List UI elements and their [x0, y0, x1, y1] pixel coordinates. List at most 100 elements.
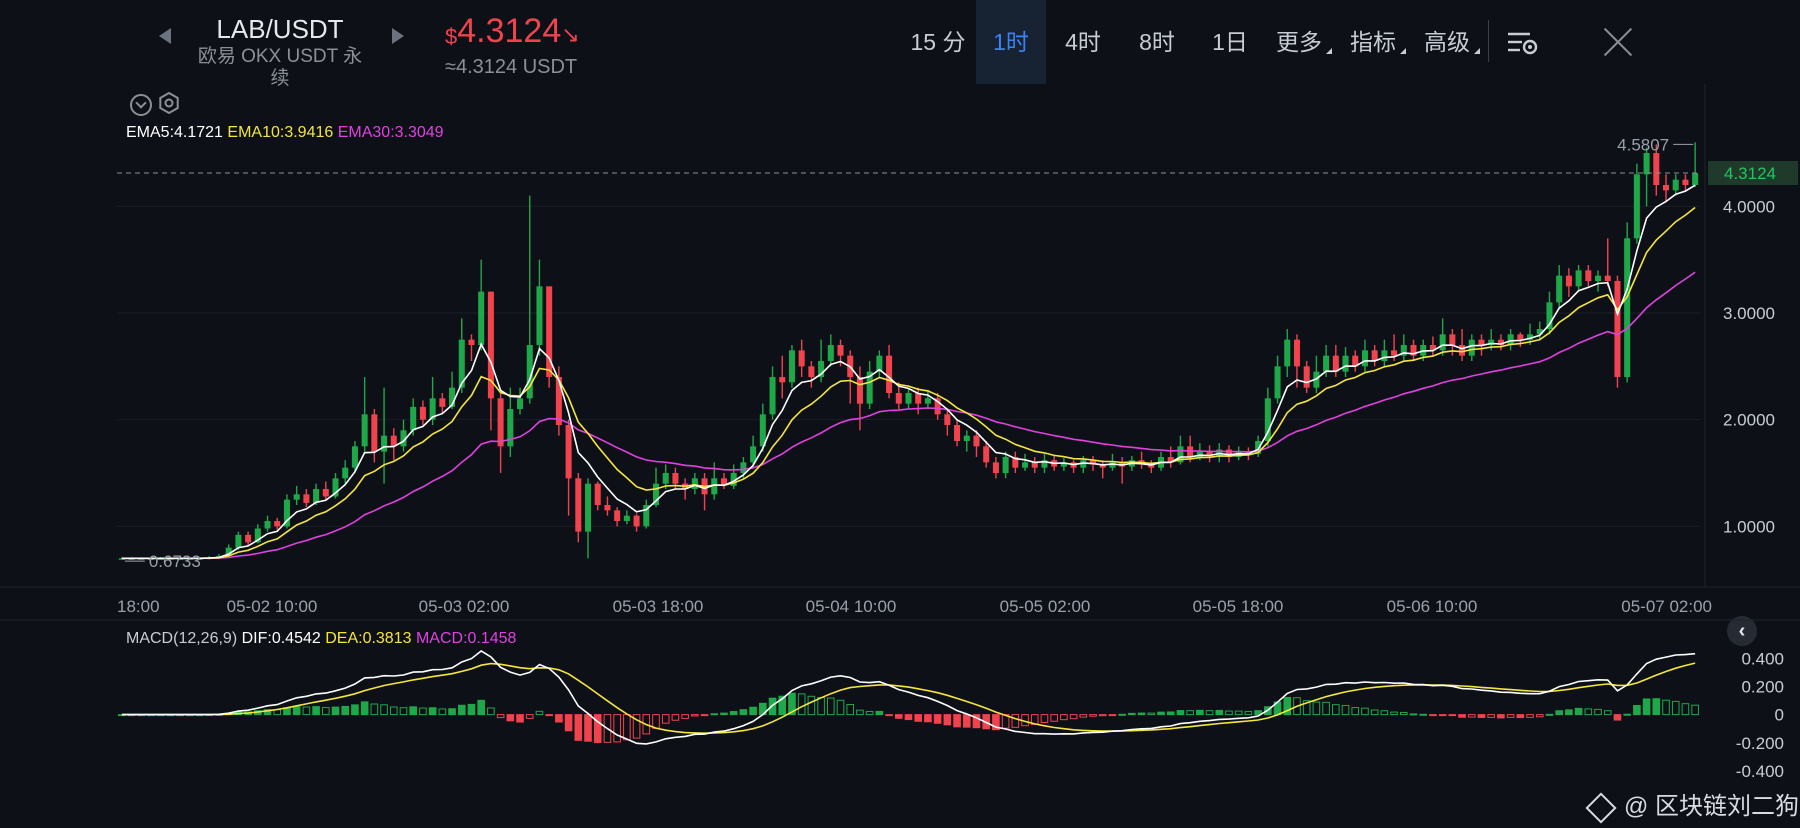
candle: [1022, 453, 1029, 471]
macd-histogram-bar: [1399, 711, 1408, 716]
candle: [507, 387, 514, 457]
macd-histogram-bar: [1603, 710, 1612, 716]
macd-histogram-bar: [496, 714, 505, 719]
candle: [847, 350, 854, 404]
candle: [594, 481, 601, 511]
price-tick-label: 3.0000: [1723, 304, 1775, 323]
macd-histogram-bar: [671, 714, 680, 721]
interval-4h[interactable]: 4时: [1050, 0, 1116, 84]
macd-histogram-bar: [1681, 703, 1690, 716]
interval-1h[interactable]: 1时: [976, 0, 1046, 84]
indicators-label: 指标: [1350, 29, 1396, 55]
macd-histogram-bar: [710, 713, 719, 716]
pair-selector[interactable]: LAB/USDT 欧易 OKX USDT 永续: [190, 12, 370, 90]
ema10-line: [121, 206, 1696, 560]
next-pair-icon[interactable]: [392, 28, 404, 44]
macd-histogram-bar: [331, 706, 340, 716]
candle: [1459, 329, 1466, 361]
macd-histogram-bar: [1069, 714, 1078, 720]
more-label: 更多: [1276, 29, 1322, 55]
candle: [497, 393, 504, 473]
candle: [1575, 265, 1582, 292]
interval-1d[interactable]: 1日: [1198, 0, 1262, 84]
macd-histogram-bar: [953, 714, 961, 728]
time-axis-label: 05-05 18:00: [1193, 597, 1284, 616]
last-price: 4.3124: [457, 12, 562, 50]
macd-histogram-bar: [525, 714, 534, 719]
macd-histogram-bar: [623, 714, 631, 741]
macd-histogram-bar: [1516, 714, 1525, 719]
candle: [322, 481, 329, 500]
candle-body: [303, 494, 310, 503]
candle-body: [517, 398, 524, 409]
dropdown-triangle-icon: [1474, 48, 1480, 54]
candle: [1672, 174, 1679, 196]
macd-histogram-bar: [1613, 714, 1622, 721]
macd-histogram-bar: [302, 706, 311, 716]
macd-histogram-bar: [729, 711, 738, 716]
candle-body: [954, 425, 961, 441]
price-chart[interactable]: 4.0000 3.0000 2.0000 1.0000 18:00 05-02 10:00…: [0, 84, 1800, 828]
candle: [1624, 222, 1631, 383]
watermark-logo-icon: [1585, 792, 1617, 824]
candle: [1342, 347, 1349, 377]
candle-body: [536, 286, 543, 345]
more-menu[interactable]: 更多: [1272, 0, 1332, 84]
macd-histogram-bar: [894, 714, 903, 719]
macd-histogram-bar: [1332, 704, 1340, 716]
macd-histogram-bar: [516, 714, 524, 723]
candle: [1585, 265, 1592, 287]
price-tick-label: 4.0000: [1723, 197, 1775, 216]
time-axis-label: 18:00: [117, 597, 160, 616]
candle: [1148, 460, 1155, 473]
macd-histogram-bar: [1089, 714, 1097, 717]
macd-histogram-bar: [807, 695, 816, 716]
indicators-menu[interactable]: 指标: [1346, 0, 1406, 84]
candle-body: [798, 350, 805, 367]
candle-body: [1565, 275, 1572, 287]
candle-body: [983, 446, 990, 463]
macd-histogram-bar: [341, 705, 350, 716]
macd-histogram-bar: [1186, 710, 1194, 716]
macd-histogram-bar: [564, 714, 573, 732]
dropdown-triangle-icon: [1326, 48, 1332, 54]
candle: [701, 473, 708, 511]
macd-histogram-bar: [924, 714, 932, 723]
candle-body: [371, 414, 378, 452]
interval-8h[interactable]: 8时: [1124, 0, 1190, 84]
interval-15m[interactable]: 15 分: [905, 0, 971, 84]
candle-body: [439, 398, 446, 407]
candle: [866, 361, 873, 409]
advanced-menu[interactable]: 高级: [1420, 0, 1480, 84]
chart-settings-icon[interactable]: [1506, 30, 1538, 56]
macd-histogram-bar: [351, 704, 359, 716]
macd-histogram-bar: [1215, 709, 1224, 716]
macd-histogram-bar: [438, 708, 447, 716]
close-icon[interactable]: [1603, 27, 1633, 57]
candle: [1167, 446, 1174, 468]
candle-body: [1022, 462, 1029, 468]
macd-histogram-bar: [389, 706, 398, 716]
previous-pair-icon[interactable]: [159, 28, 171, 44]
candle-body: [1682, 179, 1689, 185]
candle: [419, 400, 426, 425]
macd-histogram-bar: [1419, 713, 1428, 716]
candle-body: [1604, 275, 1611, 281]
macd-histogram-bar: [1691, 704, 1699, 716]
macd-histogram-bar: [1565, 709, 1573, 716]
macd-histogram-bar: [292, 706, 301, 716]
current-price-label: 4.3124: [1724, 164, 1776, 183]
candle-body: [992, 462, 999, 473]
candle: [691, 473, 698, 495]
high-marker-label: 4.5807: [1617, 135, 1669, 154]
macd-histogram-bar: [856, 709, 864, 716]
macd-histogram-bar: [1050, 714, 1058, 722]
candle: [886, 345, 893, 399]
candle: [1012, 451, 1019, 473]
candle-body: [313, 489, 320, 503]
macd-histogram-bar: [749, 706, 757, 716]
candle-body: [1459, 345, 1466, 356]
macd-histogram-bar: [506, 714, 515, 722]
macd-histogram-bar: [1234, 710, 1243, 716]
candle-body: [1614, 281, 1621, 377]
